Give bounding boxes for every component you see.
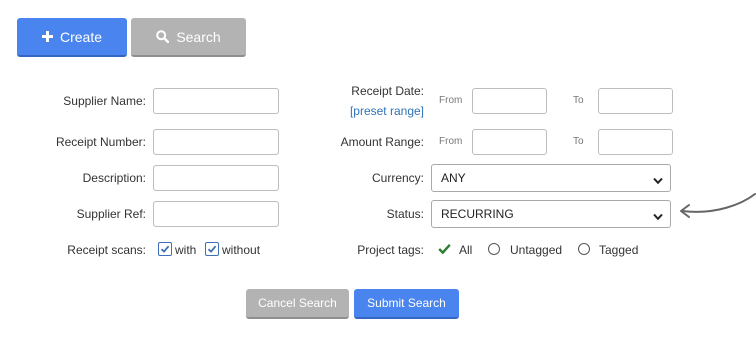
description-input[interactable] (153, 165, 279, 191)
amount-range-to-input[interactable] (598, 129, 673, 155)
supplier-ref-input[interactable] (153, 201, 279, 227)
amount-range-to-label: To (573, 136, 584, 147)
plus-icon (41, 31, 53, 42)
search-button-label: Search (176, 28, 221, 45)
receipt-scans-label: Receipt scans: (67, 243, 146, 257)
project-tags-all-label: All (459, 243, 473, 257)
receipt-date-to-input[interactable] (598, 88, 673, 114)
project-tags-untagged-radio[interactable] (488, 243, 500, 255)
receipt-number-label: Receipt Number: (55, 135, 146, 149)
create-button[interactable]: Create (17, 18, 127, 57)
arrow-annotation-icon (680, 193, 756, 218)
check-icon (207, 245, 217, 253)
amount-range-label: Amount Range: (340, 135, 424, 149)
cancel-search-button[interactable]: Cancel Search (246, 289, 349, 319)
receipt-date-from-input[interactable] (472, 88, 547, 114)
amount-range-from-label: From (439, 136, 463, 147)
currency-select-value: ANY (441, 171, 466, 185)
status-select-value: RECURRING (441, 207, 514, 221)
submit-search-button[interactable]: Submit Search (354, 289, 459, 319)
search-button[interactable]: Search (131, 18, 246, 57)
search-icon (156, 30, 170, 43)
receipt-scans-without-checkbox[interactable] (205, 242, 219, 256)
receipt-date-from-label: From (439, 95, 463, 106)
description-label: Description: (82, 171, 146, 185)
chevron-down-icon (653, 174, 663, 188)
receipt-scans-with-label: with (175, 243, 197, 257)
project-tags-all-radio[interactable] (438, 243, 451, 258)
create-button-label: Create (59, 28, 103, 45)
supplier-ref-label: Supplier Ref: (76, 207, 146, 221)
supplier-name-input[interactable] (153, 88, 279, 114)
chevron-down-icon (653, 210, 663, 224)
currency-select[interactable]: ANY (431, 164, 671, 192)
project-tags-tagged-radio[interactable] (578, 243, 590, 255)
amount-range-from-input[interactable] (472, 129, 547, 155)
project-tags-untagged-label: Untagged (510, 243, 563, 257)
receipt-scans-with-checkbox[interactable] (158, 242, 172, 256)
currency-label: Currency: (371, 171, 424, 185)
check-icon (438, 243, 451, 255)
check-icon (160, 245, 170, 253)
receipt-date-to-label: To (573, 95, 584, 106)
receipt-number-input[interactable] (153, 129, 279, 155)
status-select[interactable]: RECURRING (431, 200, 671, 228)
receipt-scans-without-label: without (222, 243, 261, 257)
preset-range-link[interactable]: [preset range] (350, 104, 424, 118)
supplier-name-label: Supplier Name: (63, 94, 146, 108)
project-tags-label: Project tags: (357, 243, 424, 257)
receipt-date-label: Receipt Date: (351, 84, 424, 98)
status-label: Status: (386, 207, 424, 221)
project-tags-tagged-label: Tagged (599, 243, 639, 257)
